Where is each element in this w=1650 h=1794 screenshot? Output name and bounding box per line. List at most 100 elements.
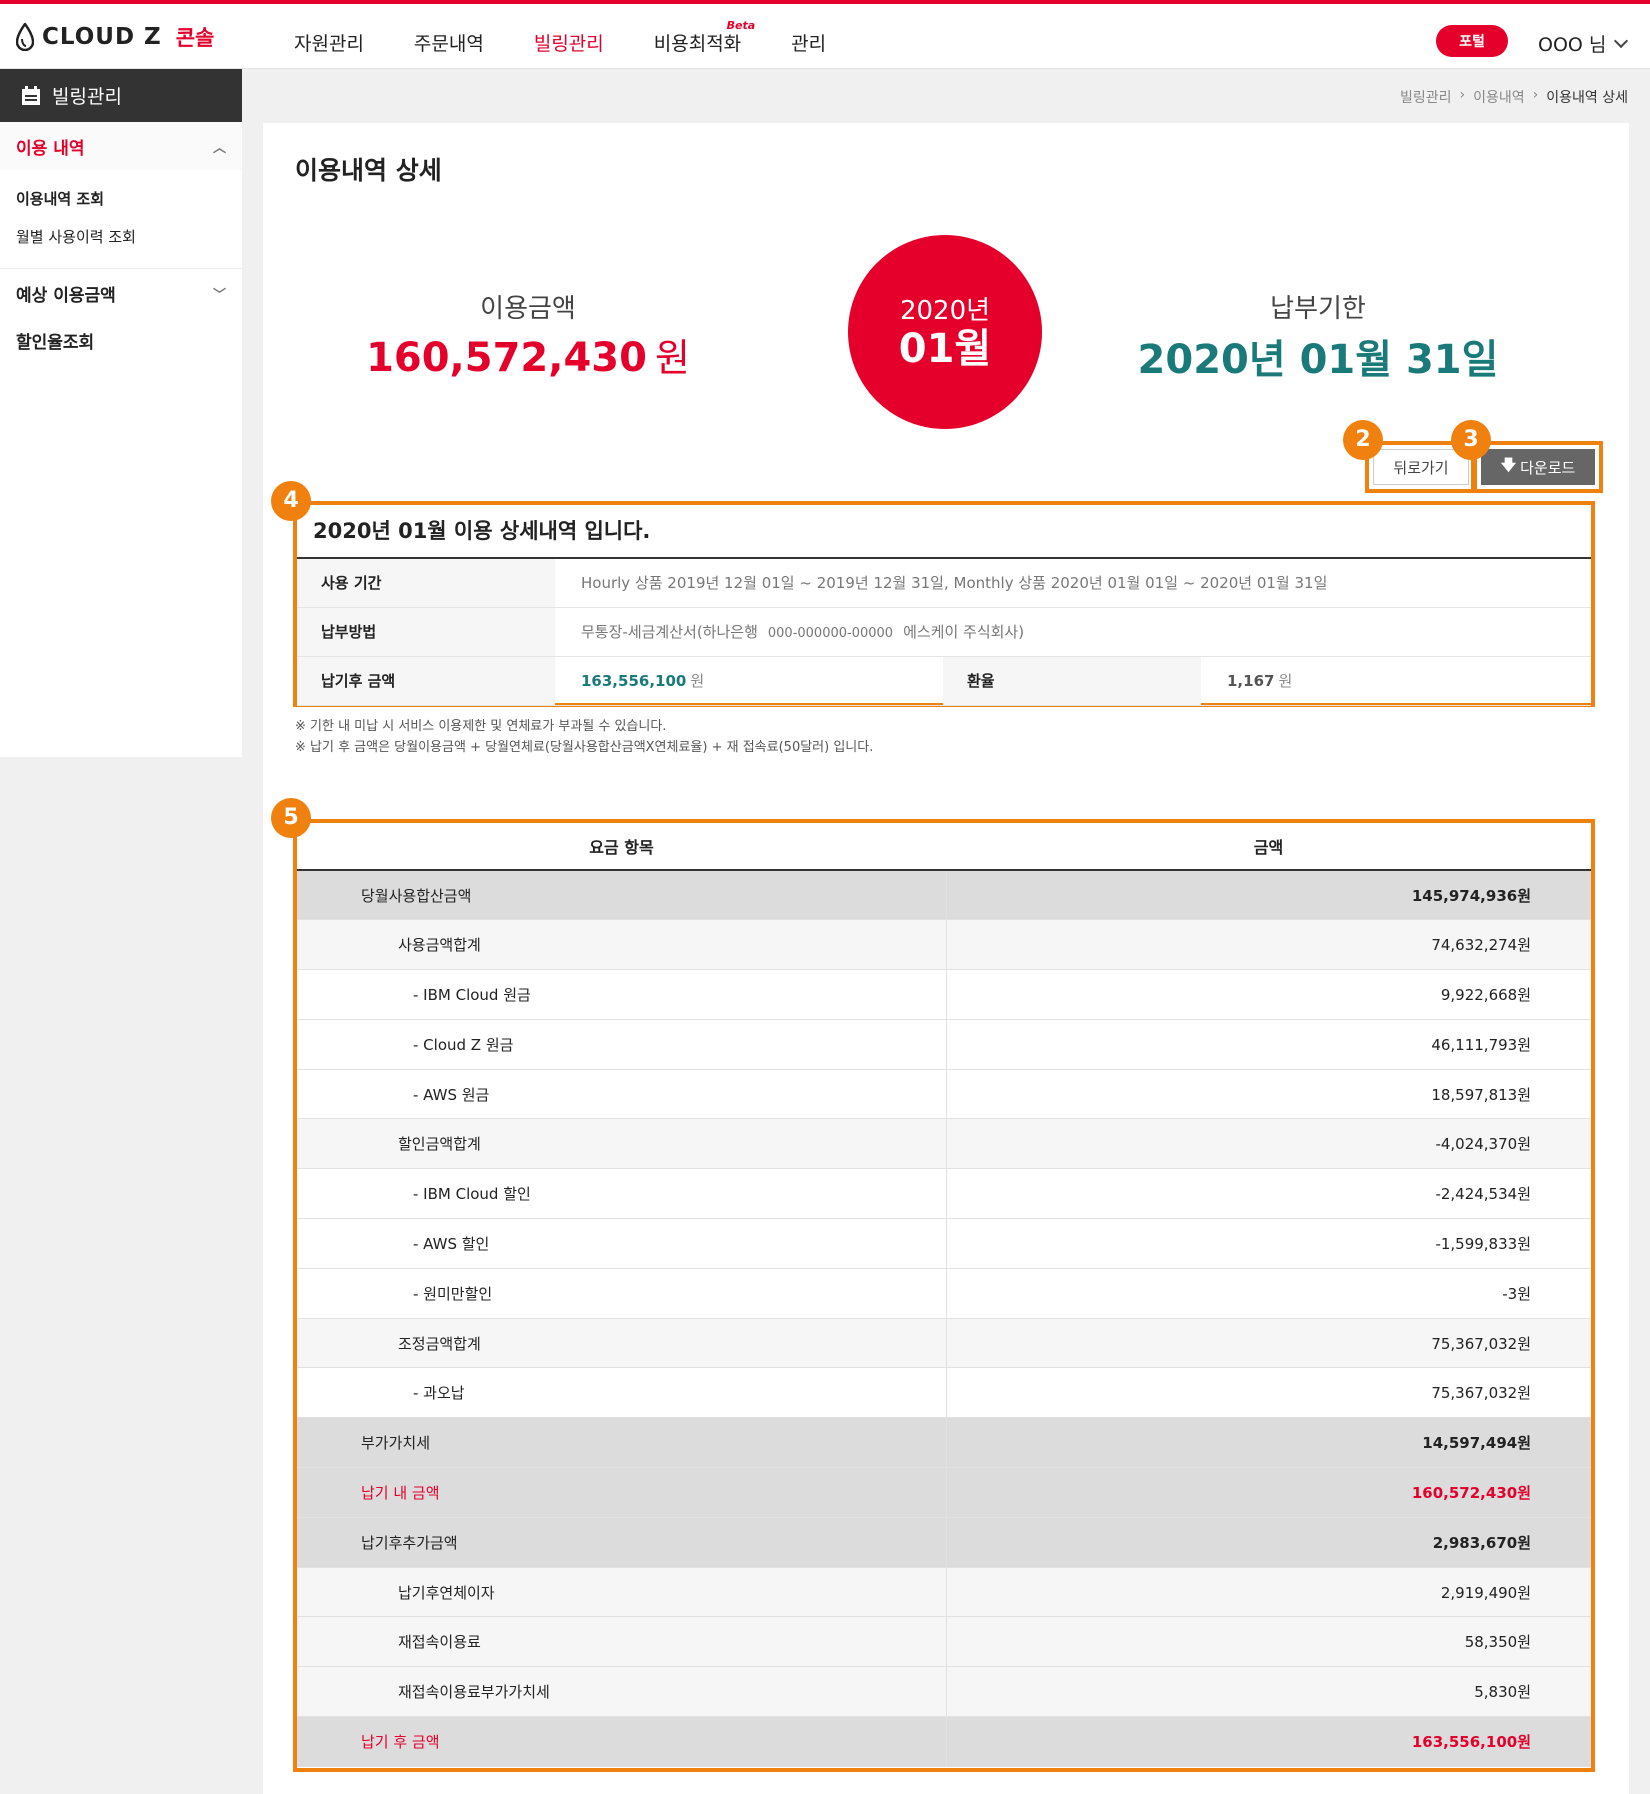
after-amount: 163,556,100	[581, 672, 687, 690]
fee-item-label: 재접속이용료	[297, 1616, 946, 1668]
fee-item-label: - IBM Cloud 할인	[297, 1168, 946, 1220]
info-payment-value: 무통장-세금계산서(하나은행 000-000000-00000 에스케이 주식회사)	[555, 607, 1591, 657]
fee-item-label: - 원미만할인	[297, 1268, 946, 1319]
chevron-up-icon: ︿	[212, 140, 226, 156]
sidebar-submenu: 이용내역 조회 월별 사용이력 조회	[0, 170, 242, 269]
nav-item-label: 비용최적화	[653, 33, 742, 55]
nav-item-label: 주문내역	[413, 33, 484, 55]
fee-item-amount: -3원	[945, 1268, 1591, 1319]
user-name: OOO 님	[1538, 34, 1607, 56]
back-button[interactable]: 뒤로가기	[1373, 449, 1469, 485]
breadcrumb-current: 이용내역 상세	[1546, 90, 1628, 106]
cloudz-logo[interactable]: CLOUD Z 콘솔	[16, 22, 214, 52]
info-after-label: 납기후 금액	[297, 656, 555, 706]
info-payment-label: 납부방법	[297, 607, 555, 657]
table-row: - 원미만할인 -3원	[297, 1268, 1591, 1319]
payment-bank: 무통장-세금계산서(하나은행	[581, 623, 758, 641]
info-title: 2020년 01월 이용 상세내역 입니다.	[313, 519, 651, 543]
nav-item[interactable]: 자원관리	[294, 29, 364, 56]
nav-item[interactable]: 빌링관리	[534, 29, 604, 56]
due-date: 2020년 01월 31일	[1137, 337, 1499, 383]
table-row: 부가가치세 14,597,494원	[297, 1417, 1591, 1469]
usage-summary: 이용금액 160,572,430 원	[363, 288, 693, 382]
fee-item-label: 사용금액합계	[297, 919, 946, 971]
usage-amount-value: 160,572,430	[366, 335, 647, 381]
billing-month-circle: 2020년 01월	[848, 235, 1042, 429]
sidebar-group-estimate[interactable]: 예상 이용금액 ﹀	[0, 269, 242, 317]
beta-badge: Beta	[726, 19, 756, 32]
usage-amount-unit: 원	[654, 336, 690, 380]
table-row: - IBM Cloud 할인 -2,424,534원	[297, 1168, 1591, 1220]
top-header: CLOUD Z 콘솔 자원관리 주문내역 빌링관리 비용최적화 Beta 관리 포털 OO…	[0, 0, 1650, 69]
info-rate-label: 환율	[943, 656, 1201, 706]
fee-item-amount: 75,367,032원	[945, 1318, 1591, 1369]
sidebar: 빌링관리 이용 내역 ︿ 이용내역 조회 월별 사용이력 조회 예상 이용금액 …	[0, 69, 242, 757]
fee-item-amount: 145,974,936원	[945, 870, 1591, 921]
table-row: 납기후연체이자 2,919,490원	[297, 1567, 1591, 1618]
nav-item-label: 자원관리	[294, 33, 364, 55]
fee-item-amount: 75,367,032원	[945, 1367, 1591, 1419]
fee-item-label: 조정금액합계	[297, 1318, 946, 1369]
table-row: 납기후추가금액 2,983,670원	[297, 1517, 1591, 1568]
sidebar-title: 빌링관리	[52, 86, 122, 108]
chevron-down-icon	[1614, 33, 1629, 48]
fee-item-amount: 2,919,490원	[945, 1567, 1591, 1618]
fee-item-label: 할인금액합계	[297, 1118, 946, 1170]
fee-item-label: 부가가치세	[297, 1417, 946, 1469]
fee-item-amount: 5,830원	[945, 1666, 1591, 1718]
breadcrumb-item[interactable]: 이용내역	[1473, 87, 1525, 107]
drop-logo-icon	[16, 23, 34, 51]
note-line: ※ 기한 내 미납 시 서비스 이용제한 및 연체료가 부과될 수 있습니다.	[295, 719, 667, 734]
download-button[interactable]: 🡇 다운로드	[1481, 449, 1595, 485]
logo-console-text: 콘솔	[175, 26, 215, 50]
sidebar-item-discount[interactable]: 할인율조회	[0, 317, 242, 363]
column-header-item: 요금 항목	[297, 823, 946, 871]
usage-label: 이용금액	[480, 294, 576, 324]
nav-item[interactable]: 관리	[791, 29, 826, 56]
nav-item[interactable]: 주문내역	[414, 29, 484, 56]
info-row: 납부방법 무통장-세금계산서(하나은행 000-000000-00000 에스케이 …	[297, 607, 1591, 657]
fee-item-label: 납기후추가금액	[297, 1517, 946, 1568]
fee-table: 요금 항목 금액 당월사용합산금액 145,974,936원 사용금액합계 74,63…	[297, 823, 1591, 1767]
chevron-down-icon: ﹀	[212, 287, 226, 303]
fee-item-amount: 14,597,494원	[945, 1417, 1591, 1469]
fee-item-amount: 9,922,668원	[945, 969, 1591, 1020]
table-row: 당월사용합산금액 145,974,936원	[297, 870, 1591, 921]
fee-item-label: - Cloud Z 원금	[297, 1019, 946, 1070]
fee-table-header: 요금 항목 금액	[297, 823, 1591, 871]
sidebar-item-monthly-history[interactable]: 월별 사용이력 조회	[16, 218, 242, 256]
fee-item-amount: 163,556,100원	[945, 1716, 1591, 1767]
table-row: 납기 내 금액 160,572,430원	[297, 1467, 1591, 1518]
usage-amount: 160,572,430 원	[363, 327, 693, 382]
sidebar-group-label: 예상 이용금액	[16, 285, 116, 306]
sidebar-group-usage[interactable]: 이용 내역 ︿	[0, 122, 242, 170]
fee-item-label: 재접속이용료부가가치세	[297, 1666, 946, 1718]
table-row: 재접속이용료 58,350원	[297, 1616, 1591, 1668]
fee-item-label: - AWS 원금	[297, 1069, 946, 1120]
after-unit: 원	[690, 672, 705, 690]
breadcrumb-item[interactable]: 빌링관리	[1400, 87, 1452, 107]
rate-value: 1,167	[1227, 672, 1275, 690]
annotation-badge-2: 2	[1343, 420, 1383, 460]
column-header-amount: 금액	[946, 823, 1591, 871]
due-label: 납부기한	[1270, 294, 1366, 324]
fee-item-amount: 2,983,670원	[945, 1517, 1591, 1568]
global-nav: 자원관리 주문내역 빌링관리 비용최적화 Beta 관리	[294, 19, 876, 56]
breadcrumb-separator: ›	[1459, 87, 1466, 103]
user-menu[interactable]: OOO 님	[1538, 30, 1629, 57]
fee-item-amount: 18,597,813원	[945, 1069, 1591, 1120]
info-row: 사용 기간 Hourly 상품 2019년 12월 01일 ~ 2019년 12…	[297, 558, 1591, 608]
payment-holder: 에스케이 주식회사)	[903, 623, 1025, 641]
download-arrow-icon: 🡇	[1500, 456, 1517, 474]
note-line: ※ 납기 후 금액은 당월이용금액 + 당월연체료(당월사용합산금액X연체료율)…	[295, 740, 874, 755]
sidebar-item-usage-inquiry[interactable]: 이용내역 조회	[16, 180, 242, 218]
sidebar-group-label: 이용 내역	[16, 138, 85, 159]
portal-button[interactable]: 포털	[1436, 25, 1508, 57]
fee-item-amount: -2,424,534원	[945, 1168, 1591, 1220]
nav-item[interactable]: 비용최적화 Beta	[653, 19, 755, 56]
fee-item-label: 납기 후 금액	[297, 1716, 946, 1767]
calendar-icon	[22, 85, 40, 105]
breadcrumb-separator: ›	[1532, 87, 1539, 103]
breadcrumb: 빌링관리 › 이용내역 › 이용내역 상세	[1392, 87, 1628, 107]
info-after-value: 163,556,100 원	[555, 656, 943, 706]
